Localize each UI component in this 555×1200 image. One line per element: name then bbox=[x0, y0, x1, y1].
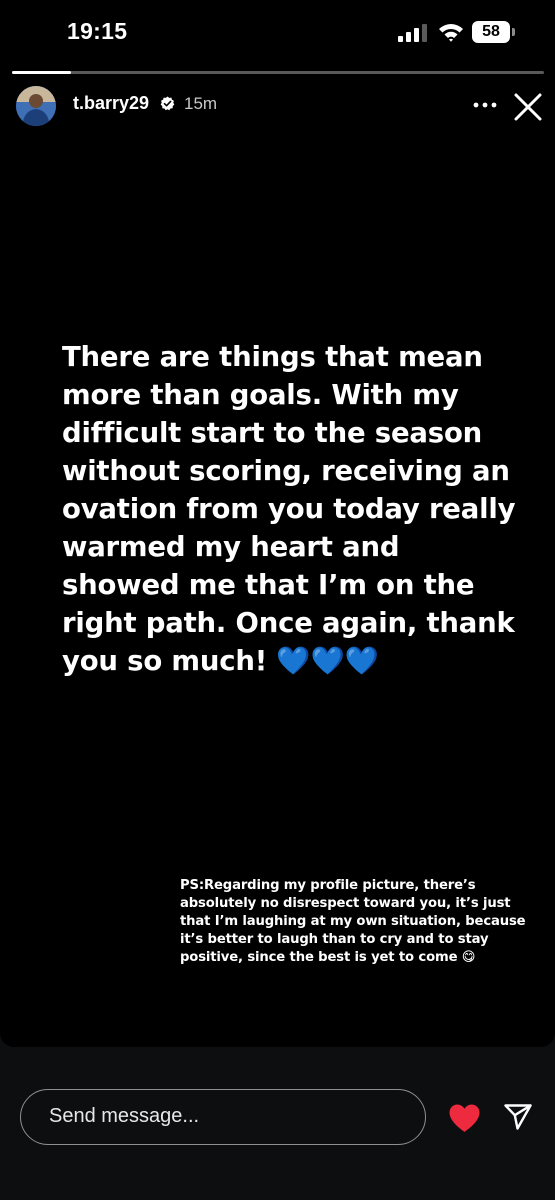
close-icon[interactable] bbox=[511, 90, 545, 124]
story-timestamp: 15m bbox=[184, 94, 218, 113]
reply-bar: Send message... bbox=[0, 1047, 555, 1200]
heart-icon[interactable] bbox=[448, 1103, 481, 1133]
verified-badge-icon bbox=[160, 96, 175, 111]
story-progress-fill bbox=[12, 71, 71, 74]
send-icon[interactable] bbox=[503, 1103, 533, 1131]
battery-icon: 58 bbox=[472, 21, 516, 43]
send-message-input[interactable]: Send message... bbox=[20, 1089, 426, 1145]
signal-bars-icon bbox=[398, 24, 427, 42]
status-time: 19:15 bbox=[67, 18, 128, 44]
avatar[interactable] bbox=[16, 86, 56, 126]
battery-percent: 58 bbox=[482, 23, 500, 40]
story-username[interactable]: t.barry29 bbox=[73, 93, 149, 114]
story-ps-text: PS:Regarding my profile picture, there’s… bbox=[180, 878, 526, 965]
wifi-icon bbox=[439, 24, 463, 42]
send-message-placeholder: Send message... bbox=[49, 1105, 200, 1127]
story-viewer[interactable]: t.barry29 15m There are things that mean… bbox=[0, 62, 555, 1047]
story-progress-bar bbox=[12, 71, 544, 74]
story-main-text: There are things that mean more than goa… bbox=[62, 341, 516, 677]
status-bar: 19:15 58 bbox=[0, 0, 555, 62]
more-options-icon[interactable] bbox=[468, 93, 502, 117]
